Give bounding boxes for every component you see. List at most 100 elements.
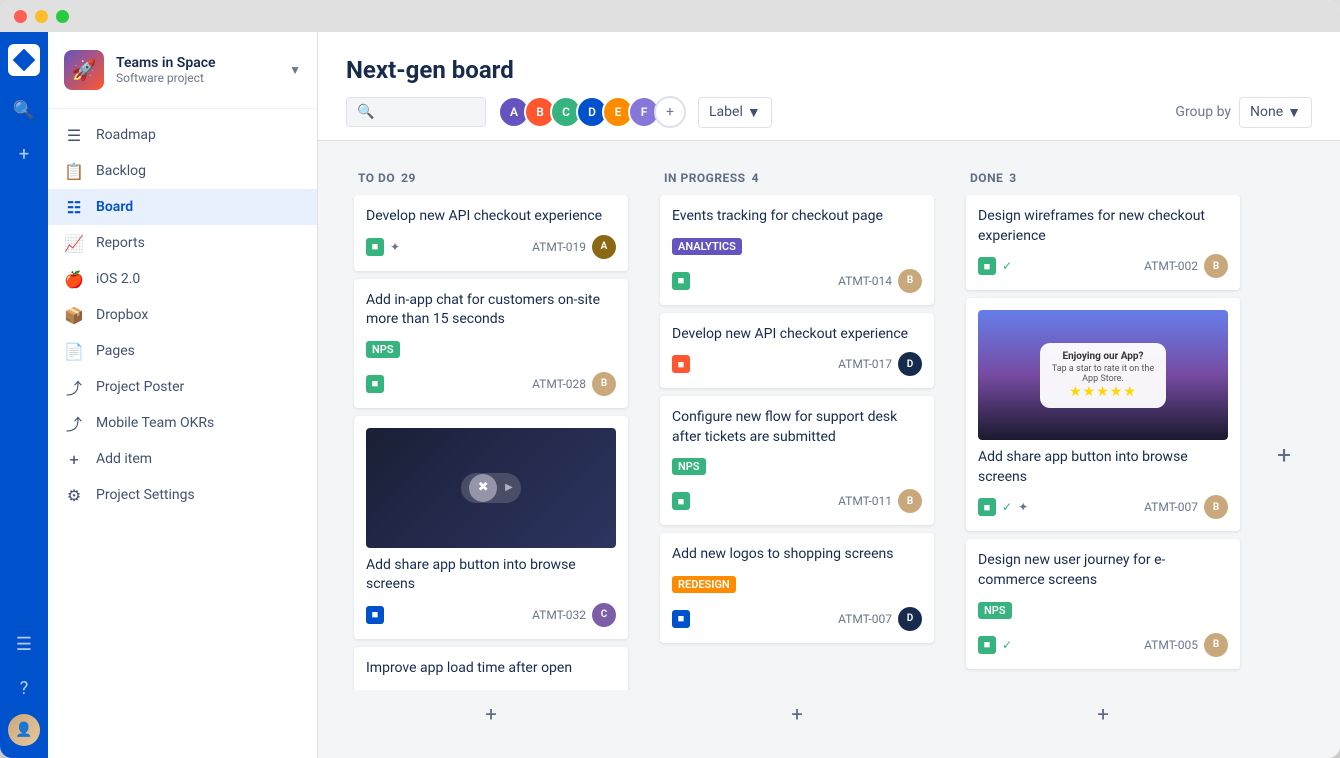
- search-nav-button[interactable]: 🔍: [6, 92, 42, 128]
- close-button[interactable]: [14, 10, 27, 23]
- help-button[interactable]: ?: [6, 670, 42, 706]
- titlebar: [0, 0, 1340, 32]
- card-id: ATMT-019: [532, 240, 586, 254]
- sidebar-item-project-settings[interactable]: ⚙ Project Settings: [48, 477, 317, 513]
- card-footer: ■ ATMT-007 D: [672, 607, 922, 631]
- sidebar-item-pages[interactable]: 📄 Pages: [48, 333, 317, 369]
- card[interactable]: Develop new API checkout experience ■ ✦ …: [354, 195, 628, 271]
- card-footer: ■ ATMT-032 C: [366, 603, 616, 627]
- card[interactable]: Enjoying our App? Tap a star to rate it …: [966, 298, 1240, 531]
- card[interactable]: Add in-app chat for customers on-site mo…: [354, 279, 628, 408]
- card-id: ATMT-032: [532, 608, 586, 622]
- sidebar: 🚀 Teams in Space Software project ▼ ☰ Ro…: [48, 32, 318, 758]
- backlog-icon: 📋: [64, 161, 84, 181]
- add-avatar-button[interactable]: +: [654, 96, 686, 128]
- card[interactable]: Add new logos to shopping screens REDESI…: [660, 533, 934, 643]
- card-type-icon: ■: [366, 375, 384, 393]
- card-tag: REDESIGN: [672, 576, 736, 593]
- sidebar-item-ios[interactable]: 🍎 iOS 2.0: [48, 261, 317, 297]
- project-name: Teams in Space: [116, 55, 277, 71]
- reports-icon: 📈: [64, 233, 84, 253]
- card[interactable]: Design new user journey for e-commerce s…: [966, 539, 1240, 668]
- project-type: Software project: [116, 71, 277, 85]
- add-inprogress-card-button[interactable]: +: [660, 694, 934, 734]
- card-title: Design wireframes for new checkout exper…: [978, 207, 1228, 246]
- sidebar-item-label: Project Settings: [96, 487, 195, 503]
- sidebar-item-add-item[interactable]: + Add item: [48, 441, 317, 477]
- sidebar-item-dropbox[interactable]: 📦 Dropbox: [48, 297, 317, 333]
- card-image: ✖ ▶: [366, 428, 616, 548]
- check-icon: ✓: [1002, 500, 1012, 514]
- sidebar-item-backlog[interactable]: 📋 Backlog: [48, 153, 317, 189]
- board-title: Next-gen board: [346, 56, 1312, 84]
- group-by-label: Group by: [1175, 104, 1231, 120]
- add-todo-card-button[interactable]: +: [354, 694, 628, 734]
- group-by-select[interactable]: None ▼: [1239, 97, 1312, 128]
- rating-popup-subtitle: Tap a star to rate it on theApp Store.: [1052, 364, 1154, 384]
- sidebar-item-label: Project Poster: [96, 379, 184, 395]
- settings-icon: ⚙: [64, 485, 84, 505]
- sidebar-item-reports[interactable]: 📈 Reports: [48, 225, 317, 261]
- inprogress-column-count: 4: [752, 171, 759, 185]
- card[interactable]: Events tracking for checkout page ANALYT…: [660, 195, 934, 305]
- group-by-section: Group by None ▼: [1175, 97, 1312, 128]
- maximize-button[interactable]: [56, 10, 69, 23]
- rating-popup: Enjoying our App? Tap a star to rate it …: [1040, 343, 1166, 408]
- card[interactable]: Configure new flow for support desk afte…: [660, 396, 934, 525]
- card[interactable]: Design wireframes for new checkout exper…: [966, 195, 1240, 290]
- card-id: ATMT-028: [532, 377, 586, 391]
- chevron-down-icon: ▼: [1287, 104, 1301, 121]
- todo-column-header: TO DO 29: [346, 161, 636, 195]
- sidebar-item-label: Add item: [96, 451, 152, 467]
- rating-popup-title: Enjoying our App?: [1052, 351, 1154, 362]
- card-title: Develop new API checkout experience: [672, 325, 922, 345]
- ios-icon: 🍎: [64, 269, 84, 289]
- user-avatar[interactable]: 👤: [8, 714, 40, 746]
- card-tag: NPS: [366, 341, 400, 358]
- add-column-button[interactable]: +: [1264, 171, 1304, 738]
- card-type-icon: ■: [672, 272, 690, 290]
- card[interactable]: Develop new API checkout experience ■ AT…: [660, 313, 934, 389]
- sidebar-item-board[interactable]: ☷ Board: [48, 189, 317, 225]
- sidebar-item-project-poster[interactable]: ⤴ Project Poster: [48, 369, 317, 405]
- card-footer: ■ ATMT-017 D: [672, 352, 922, 376]
- logo-diamond: [13, 49, 36, 72]
- check-icon: ✓: [1002, 638, 1012, 652]
- card-footer: ■ ATMT-011 B: [672, 489, 922, 513]
- card-avatar: B: [1204, 495, 1228, 519]
- sidebar-item-roadmap[interactable]: ☰ Roadmap: [48, 117, 317, 153]
- search-box[interactable]: 🔍: [346, 97, 486, 127]
- card-avatar: D: [898, 607, 922, 631]
- todo-cards-area: Develop new API checkout experience ■ ✦ …: [346, 195, 636, 690]
- card-type-icon: ■: [672, 355, 690, 373]
- card-id: ATMT-007: [838, 612, 892, 626]
- card[interactable]: ✖ ▶ Add share app button into browse scr…: [354, 416, 628, 639]
- branch-icon: ✦: [1018, 500, 1028, 514]
- sidebar-item-label: Reports: [96, 235, 145, 251]
- card-type-icon: ■: [978, 636, 996, 654]
- sidebar-chevron-icon[interactable]: ▼: [289, 63, 301, 77]
- project-icon: 🚀: [64, 50, 104, 90]
- sidebar-item-label: Roadmap: [96, 127, 156, 143]
- avatar-group: A B C D E F +: [498, 96, 686, 128]
- add-done-card-button[interactable]: +: [966, 694, 1240, 734]
- menu-button[interactable]: ☰: [6, 626, 42, 662]
- inprogress-cards-area: Events tracking for checkout page ANALYT…: [652, 195, 942, 690]
- minimize-button[interactable]: [35, 10, 48, 23]
- sidebar-item-mobile-team-okrs[interactable]: ⤴ Mobile Team OKRs: [48, 405, 317, 441]
- logo[interactable]: [8, 44, 40, 76]
- done-column-count: 3: [1009, 171, 1016, 185]
- mobile-team-okrs-icon: ⤴: [64, 413, 84, 433]
- card-id: ATMT-011: [838, 494, 892, 508]
- card[interactable]: Improve app load time after open: [354, 647, 628, 690]
- done-column-header: DONE 3: [958, 161, 1248, 195]
- dropbox-icon: 📦: [64, 305, 84, 325]
- card-avatar: B: [592, 372, 616, 396]
- card-avatar: B: [1204, 254, 1228, 278]
- roadmap-icon: ☰: [64, 125, 84, 145]
- label-filter-button[interactable]: Label ▼: [698, 97, 772, 128]
- card-title: Add share app button into browse screens: [366, 556, 616, 595]
- create-button[interactable]: +: [6, 136, 42, 172]
- app-body: 🔍 + ☰ ? 👤 🚀 Teams in: [0, 32, 1340, 758]
- card-id: ATMT-002: [1144, 259, 1198, 273]
